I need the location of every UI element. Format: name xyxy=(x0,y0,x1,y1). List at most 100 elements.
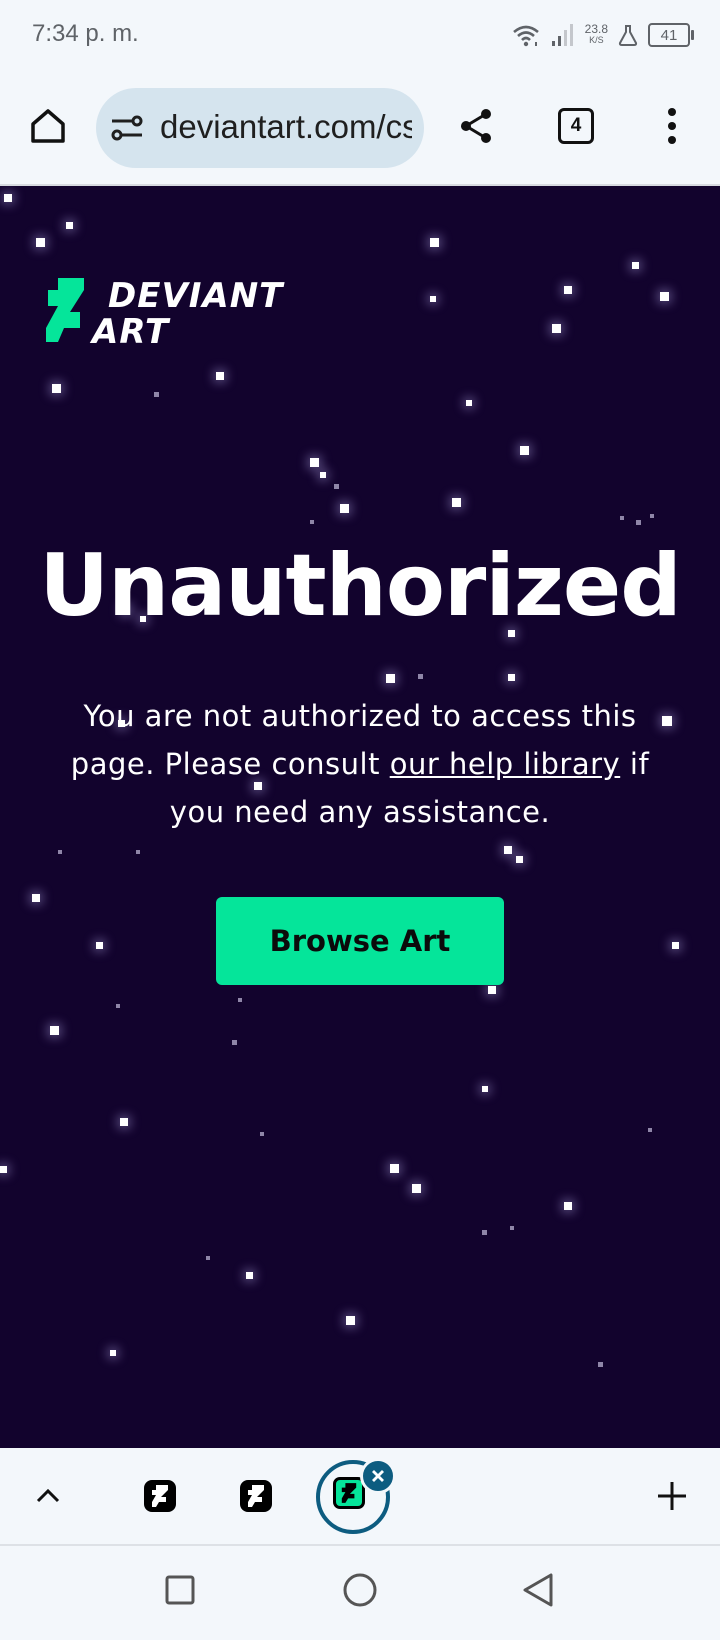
home-button[interactable] xyxy=(20,98,76,154)
star-dot xyxy=(66,222,73,229)
collapse-tabs-button[interactable] xyxy=(24,1472,72,1520)
star-dot xyxy=(466,400,472,406)
star-dot xyxy=(136,850,140,854)
star-dot xyxy=(110,1350,116,1356)
star-dot xyxy=(430,238,439,247)
back-button[interactable] xyxy=(514,1566,562,1614)
star-dot xyxy=(508,674,515,681)
star-dot xyxy=(620,516,624,520)
star-dot xyxy=(488,986,496,994)
star-dot xyxy=(430,296,436,302)
status-bar: 7:34 p. m. 23.8 K/S 41 xyxy=(0,0,720,68)
close-tab-button[interactable] xyxy=(360,1458,396,1494)
star-dot xyxy=(154,392,159,397)
home-circle-icon xyxy=(343,1573,377,1607)
deviantart-logo[interactable]: DEVIANT ART xyxy=(46,278,296,358)
share-button[interactable] xyxy=(448,98,504,154)
deviantart-favicon-icon xyxy=(341,1483,357,1503)
star-dot xyxy=(452,498,461,507)
star-dot xyxy=(246,1272,253,1279)
star-dot xyxy=(120,1118,128,1126)
star-dot xyxy=(206,1256,210,1260)
star-dot xyxy=(390,1164,399,1173)
address-bar[interactable]: deviantart.com/cs xyxy=(96,88,424,168)
lab-flask-icon xyxy=(618,25,638,46)
browser-toolbar: deviantart.com/cs 4 xyxy=(0,68,720,186)
star-dot xyxy=(0,1166,7,1173)
wifi-icon xyxy=(512,25,539,47)
recents-square-icon xyxy=(165,1575,195,1605)
share-icon xyxy=(461,109,491,143)
star-dot xyxy=(310,458,319,467)
status-icons: 23.8 K/S 41 xyxy=(511,18,694,52)
star-dot xyxy=(346,1316,355,1325)
star-dot xyxy=(520,446,529,455)
page-title: Unauthorized xyxy=(39,536,682,636)
star-dot xyxy=(672,942,679,949)
site-settings-icon[interactable] xyxy=(110,112,144,144)
more-options-button[interactable] xyxy=(644,98,700,154)
deviantart-favicon-icon xyxy=(152,1485,168,1507)
star-dot xyxy=(334,484,339,489)
browse-art-button[interactable]: Browse Art xyxy=(216,897,504,985)
network-speed-unit: K/S xyxy=(589,35,604,45)
star-dot xyxy=(4,194,12,202)
logo-text-line2: ART xyxy=(92,312,170,352)
network-speed-value: 23.8 xyxy=(584,22,608,36)
battery-level: 41 xyxy=(660,26,678,44)
star-dot xyxy=(504,846,512,854)
signal-icon xyxy=(551,24,573,46)
star-dot xyxy=(232,1040,237,1045)
home-icon xyxy=(31,109,65,143)
star-dot xyxy=(510,1226,514,1230)
star-dot xyxy=(516,856,523,863)
star-dot xyxy=(216,372,224,380)
page-content: DEVIANT ART Unauthorized You are not aut… xyxy=(0,186,720,1448)
error-message: You are not authorized to access this pa… xyxy=(60,692,660,836)
close-icon xyxy=(372,1470,384,1482)
star-dot xyxy=(660,292,669,301)
network-speed: 23.8 K/S xyxy=(584,22,608,46)
star-dot xyxy=(650,514,654,518)
star-dot xyxy=(632,262,639,269)
star-dot xyxy=(96,942,103,949)
tab-item[interactable] xyxy=(144,1480,176,1512)
star-dot xyxy=(32,894,40,902)
back-triangle-icon xyxy=(523,1573,553,1607)
star-dot xyxy=(648,1128,652,1132)
tab-switcher-button[interactable]: 4 xyxy=(548,98,604,154)
tab-count: 4 xyxy=(570,115,582,136)
more-options-icon xyxy=(668,108,676,144)
star-dot xyxy=(564,1202,572,1210)
star-dot xyxy=(482,1230,487,1235)
star-dot xyxy=(552,324,561,333)
status-time: 7:34 p. m. xyxy=(32,20,139,47)
deviantart-logo-icon xyxy=(46,278,84,342)
star-dot xyxy=(52,384,61,393)
collapse-chevron-icon xyxy=(36,1488,60,1503)
star-dot xyxy=(58,850,62,854)
home-nav-button[interactable] xyxy=(336,1566,384,1614)
star-dot xyxy=(238,998,242,1002)
star-dot xyxy=(50,1026,59,1035)
star-dot xyxy=(340,504,349,513)
star-dot xyxy=(636,520,641,525)
help-library-link[interactable]: our help library xyxy=(390,747,620,781)
star-dot xyxy=(310,520,314,524)
deviantart-favicon-icon xyxy=(248,1485,264,1507)
star-dot xyxy=(260,1132,264,1136)
star-dot xyxy=(662,716,672,726)
star-dot xyxy=(320,472,326,478)
logo-text-line1: DEVIANT xyxy=(108,276,284,316)
star-dot xyxy=(412,1184,421,1193)
battery-icon: 41 xyxy=(648,23,694,47)
tab-item[interactable] xyxy=(240,1480,272,1512)
recents-button[interactable] xyxy=(156,1566,204,1614)
url-text[interactable]: deviantart.com/cs xyxy=(160,108,412,146)
logo-wordmark: DEVIANT ART xyxy=(92,278,283,350)
new-tab-button[interactable] xyxy=(648,1472,696,1520)
star-dot xyxy=(564,286,572,294)
system-navigation-bar xyxy=(0,1546,720,1640)
star-dot xyxy=(482,1086,488,1092)
star-dot xyxy=(36,238,45,247)
